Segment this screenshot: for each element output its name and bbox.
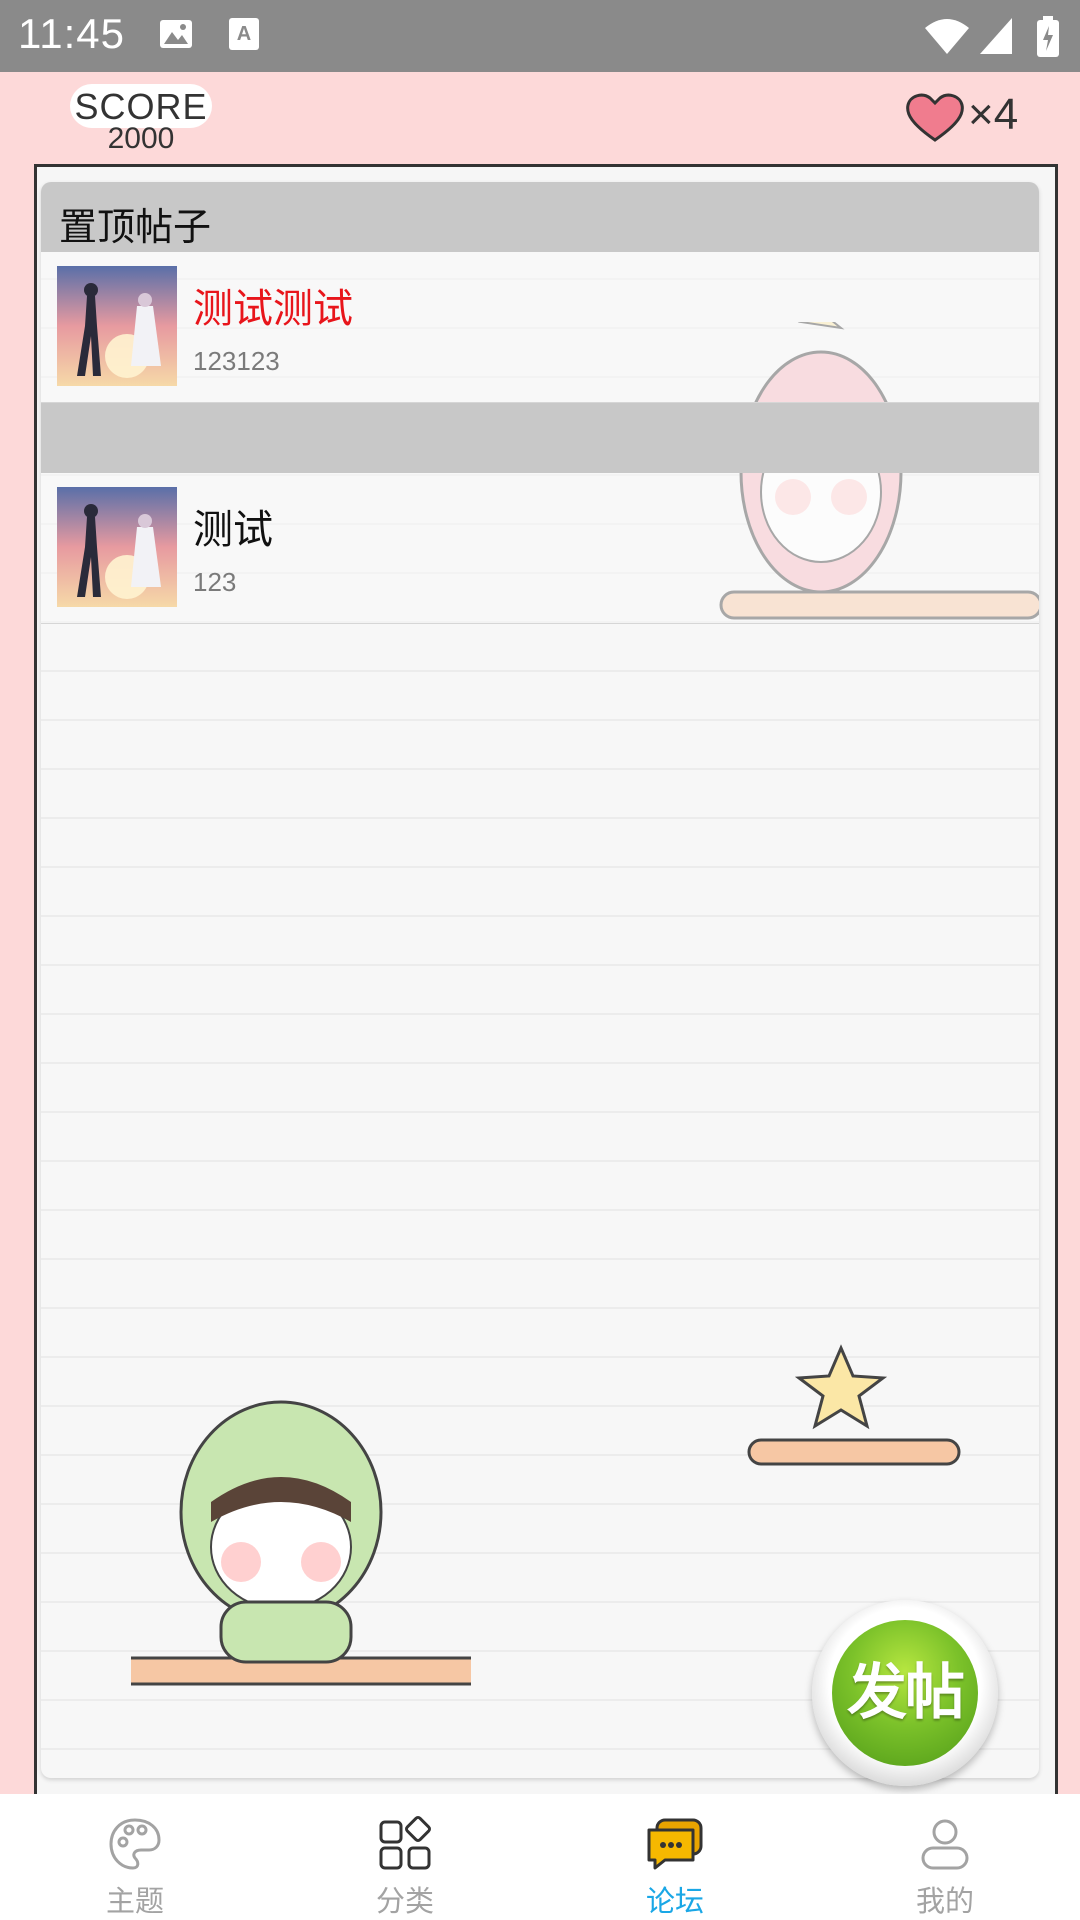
post-title: 测试测试 (193, 287, 353, 331)
section-header-pinned: 置顶帖子 (41, 182, 1039, 252)
section-header (41, 403, 1039, 473)
status-bar: 11:45 A (0, 0, 1080, 72)
post-thumbnail (57, 266, 177, 386)
forum-panel: 置顶帖子 测试测试 123123 测试 123 (41, 182, 1039, 1778)
font-notification-icon: A (228, 16, 260, 57)
category-grid-icon (379, 1816, 431, 1870)
image-notification-icon (158, 16, 194, 57)
heart-icon (906, 93, 964, 142)
wifi-icon (924, 16, 970, 61)
person-icon (921, 1819, 969, 1870)
tab-theme[interactable]: 主题 (0, 1794, 270, 1920)
status-time: 11:45 (18, 10, 125, 57)
star-platform-illustration (747, 1344, 961, 1466)
svg-text:A: A (237, 23, 251, 45)
post-subtitle: 123 (193, 567, 237, 597)
lives-count: ×4 (968, 90, 1019, 139)
score-badge: SCORE 2000 (70, 84, 212, 160)
post-title: 测试 (193, 508, 273, 552)
green-dino-illustration (131, 1400, 471, 1686)
palette-icon (109, 1818, 161, 1870)
cell-signal-icon (978, 16, 1014, 61)
tab-forum[interactable]: 论坛 (540, 1794, 810, 1920)
score-value: 2000 (107, 122, 175, 155)
tab-category[interactable]: 分类 (270, 1794, 540, 1920)
new-post-button[interactable]: 发帖 (812, 1600, 998, 1786)
post-thumbnail (57, 487, 177, 607)
tab-mine[interactable]: 我的 (810, 1794, 1080, 1920)
chat-bubble-icon (647, 1818, 703, 1870)
post-item[interactable]: 测试测试 123123 (41, 252, 1039, 403)
post-subtitle: 123123 (193, 346, 280, 376)
bottom-nav: 主题 分类 论坛 我的 (0, 1794, 1080, 1920)
tab-label: 我的 (915, 1886, 974, 1918)
tab-label: 分类 (375, 1886, 434, 1918)
lives-indicator: ×4 (904, 88, 1034, 148)
post-item[interactable]: 测试 123 (41, 473, 1039, 624)
new-post-label: 发帖 (847, 1659, 965, 1726)
tab-label: 论坛 (645, 1886, 704, 1918)
tab-label: 主题 (105, 1886, 164, 1918)
section-title: 置顶帖子 (59, 207, 212, 249)
battery-icon (1036, 16, 1060, 63)
